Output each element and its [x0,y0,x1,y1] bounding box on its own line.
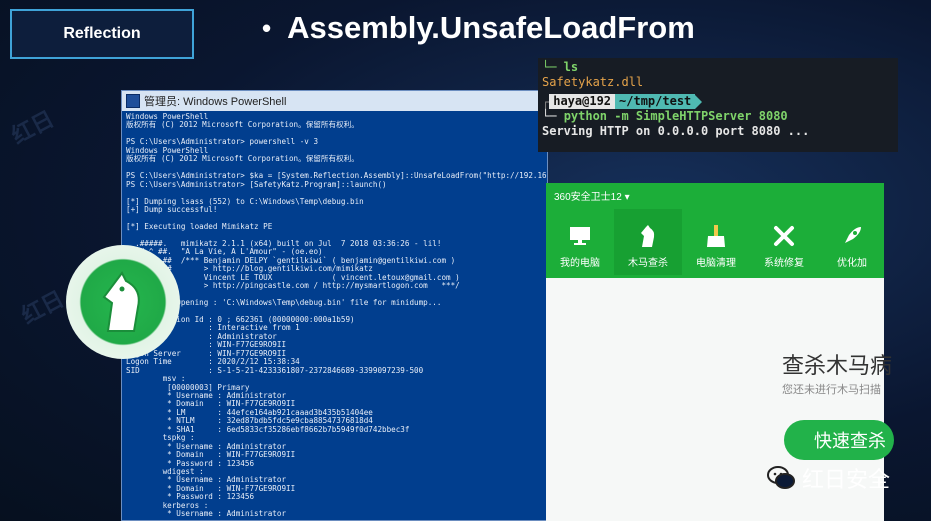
terminal-file-output: Safetykatz.dll [542,75,644,89]
monitor-icon [568,224,592,248]
wrench-icon [772,224,796,248]
nav-label: 电脑清理 [696,258,736,269]
prompt-path: ~/tmp/test [615,94,696,109]
nav-system-repair[interactable]: 系统修复 [750,209,818,275]
powershell-icon [126,94,140,108]
powershell-output: Windows PowerShell 版权所有 (C) 2012 Microsof… [122,111,547,519]
powershell-line: [+] Dump successful! [126,204,218,214]
powershell-window[interactable]: 管理员: Windows PowerShell Windows PowerShe… [121,90,548,521]
terminal-prefix: └─ [542,109,564,123]
nav-my-computer[interactable]: 我的电脑 [546,209,614,275]
scan-heading: 查杀木马病 [782,353,893,378]
powershell-line: 版权所有 (C) 2012 Microsoft Corporation。保留所有… [126,154,359,164]
powershell-line: PS C:\Users\Administrator> [SafetyKatz.P… [126,179,387,189]
powershell-line: '#####' > http://pingcastle.com / http:/… [126,281,460,291]
powershell-line: * Username : Administrator [126,509,287,519]
trojan-scan-badge [66,245,180,359]
broom-icon [704,224,728,248]
powershell-line: mimikatz # Opening : 'C:\Windows\Temp\de… [126,297,442,307]
quick-scan-button[interactable]: 快速查杀 [784,420,894,460]
powershell-line: SID : S-1-5-21-4233361807-2372846689-339… [126,365,424,375]
terminal-prompt: ┌ haya@192 ~/tmp/test [542,94,898,109]
app-360-nav: 我的电脑 木马查杀 电脑清理 系统修复 优化加 [546,209,884,275]
horse-icon [636,224,660,248]
nav-label: 系统修复 [764,258,804,269]
wechat-icon [767,466,795,489]
nav-label: 优化加 [837,258,867,269]
nav-optimize[interactable]: 优化加 [818,209,884,275]
bullet: • [262,12,272,43]
slide-title: • Assembly.UnsafeLoadFrom [262,10,695,46]
rocket-icon [840,224,864,248]
nav-label: 木马查杀 [628,258,668,269]
terminal-python-command: python -m SimpleHTTPServer 8080 [563,109,788,123]
prompt-user: haya@192 [549,94,616,109]
terminal-window[interactable]: └─ ls Safetykatz.dll ┌ haya@192 ~/tmp/te… [538,58,898,152]
section-tag: Reflection [10,9,194,59]
scan-subtext: 您还未进行木马扫描 [782,384,881,396]
nav-cleanup[interactable]: 电脑清理 [682,209,750,275]
terminal-ls-command: └─ ls [542,60,579,74]
nav-trojan-scan[interactable]: 木马查杀 [614,209,682,275]
section-tag-label: Reflection [63,25,141,42]
brand-watermark: 红日安全 [766,462,890,494]
terminal-serving-output: Serving HTTP on 0.0.0.0 port 8080 ... [542,124,810,138]
powershell-titlebar[interactable]: 管理员: Windows PowerShell [122,91,547,111]
prompt-arrow-icon [695,94,703,109]
powershell-line: [*] Executing loaded Mimikatz PE [126,221,273,231]
quick-scan-label: 快速查杀 [814,431,886,451]
app-360-title[interactable]: 360安全卫士12 ▾ [554,188,630,203]
powershell-window-title: 管理员: Windows PowerShell [144,96,287,108]
app-360-header: 360安全卫士12 ▾ 我的电脑 木马查杀 电脑清理 系统修复 优化加 [546,183,884,278]
horse-icon [102,271,140,332]
brand-name: 红日安全 [802,467,891,492]
powershell-line: 版权所有 (C) 2012 Microsoft Corporation。保留所有… [126,120,359,130]
nav-label: 我的电脑 [560,258,600,269]
slide-title-text: Assembly.UnsafeLoadFrom [287,10,695,45]
